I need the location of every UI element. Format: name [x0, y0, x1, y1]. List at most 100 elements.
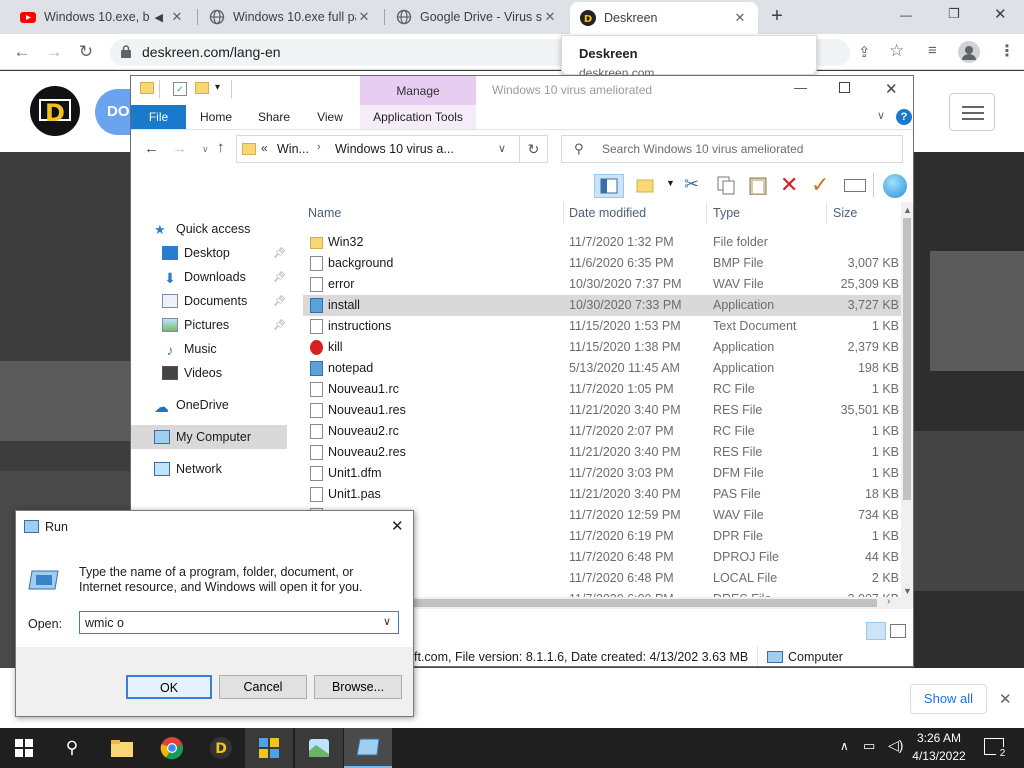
- minimize-button[interactable]: —: [794, 80, 807, 95]
- nav-quick-access[interactable]: ★ Quick access: [154, 218, 250, 240]
- file-row[interactable]: Unit1.pas 11/21/2020 3:40 PM PAS File 18 KB: [303, 484, 901, 505]
- deskreen-logo[interactable]: D: [30, 86, 80, 136]
- file-row[interactable]: Nouveau1.rc 11/7/2020 1:05 PM RC File 1 KB: [303, 379, 901, 400]
- nav-my-computer[interactable]: My Computer: [154, 426, 251, 448]
- close-tab-icon[interactable]: ✕: [356, 9, 372, 25]
- file-row[interactable]: Unit1.dfm 11/7/2020 3:03 PM DFM File 1 KB: [303, 463, 901, 484]
- new-folder-icon[interactable]: [195, 82, 209, 94]
- search-box[interactable]: ⚲ Search Windows 10 virus ameliorated: [561, 135, 903, 163]
- column-name[interactable]: Name: [308, 206, 341, 220]
- nav-music[interactable]: ♪ Music: [162, 338, 217, 360]
- pin-icon[interactable]: 📌︎: [273, 296, 286, 307]
- nav-downloads[interactable]: ⬇ Downloads: [162, 266, 246, 288]
- recent-locations-icon[interactable]: ∨: [202, 144, 209, 155]
- restore-button[interactable]: ❐: [948, 6, 960, 22]
- refresh-icon[interactable]: ↻: [520, 135, 548, 163]
- file-row[interactable]: instructions 11/15/2020 1:53 PM Text Docum…: [303, 316, 901, 337]
- file-explorer-taskbar-icon[interactable]: [98, 728, 146, 768]
- show-all-button[interactable]: Show all: [910, 684, 987, 714]
- tab-deskreen[interactable]: D Deskreen ✕: [570, 2, 758, 34]
- file-row[interactable]: notepad 5/13/2020 11:45 AM Application 198 …: [303, 358, 901, 379]
- tab-file[interactable]: File: [131, 105, 186, 129]
- close-button[interactable]: ✕: [885, 80, 898, 98]
- properties-panel-icon[interactable]: [844, 179, 866, 192]
- clock-time[interactable]: 3:26 AM: [906, 731, 972, 745]
- nav-network[interactable]: Network: [154, 458, 222, 480]
- column-size[interactable]: Size: [833, 206, 857, 220]
- hamburger-menu-button[interactable]: [949, 93, 995, 131]
- paste-icon[interactable]: [749, 175, 767, 196]
- back-icon[interactable]: ←: [144, 140, 159, 157]
- vertical-scrollbar[interactable]: ▲ ▼: [901, 202, 913, 597]
- clock-date[interactable]: 4/13/2022: [906, 749, 972, 763]
- preview-pane-button[interactable]: [594, 174, 624, 198]
- search-icon[interactable]: ⚲: [48, 728, 96, 768]
- overflow-chevron[interactable]: «: [261, 141, 268, 155]
- large-icons-view-button[interactable]: [890, 624, 906, 638]
- deskreen-taskbar-icon[interactable]: D: [197, 728, 245, 768]
- quick-access-dropdown-icon[interactable]: ▾: [215, 82, 220, 93]
- start-button[interactable]: [0, 728, 48, 768]
- pin-icon[interactable]: 📌︎: [273, 320, 286, 331]
- address-box[interactable]: « Win... › Windows 10 virus a... ∨: [236, 135, 520, 163]
- address-dropdown-icon[interactable]: ∨: [498, 142, 506, 155]
- horizontal-scrollbar[interactable]: ›: [407, 596, 913, 609]
- maximize-button[interactable]: [839, 82, 850, 93]
- nav-desktop[interactable]: Desktop: [162, 242, 230, 264]
- scrollbar-thumb[interactable]: [407, 599, 877, 607]
- lock-icon[interactable]: [121, 45, 131, 58]
- file-row[interactable]: install 10/30/2020 7:33 PM Application 3,72…: [303, 295, 901, 316]
- pin-icon[interactable]: 📌︎: [273, 272, 286, 283]
- breadcrumb-win[interactable]: Win...: [277, 142, 309, 156]
- column-type[interactable]: Type: [713, 206, 740, 220]
- file-row[interactable]: Win32 11/7/2020 1:32 PM File folder: [303, 232, 901, 253]
- show-hidden-icons[interactable]: ∧: [840, 739, 849, 753]
- share-icon[interactable]: ⇪: [858, 43, 871, 61]
- properties-icon[interactable]: ✓: [173, 82, 187, 96]
- scrollbar-thumb[interactable]: [903, 218, 911, 500]
- app-taskbar-icon[interactable]: [295, 728, 343, 768]
- close-icon[interactable]: ✕: [391, 517, 404, 535]
- reload-icon[interactable]: ↻: [76, 42, 96, 62]
- file-row[interactable]: error 10/30/2020 7:37 PM WAV File 25,309 KB: [303, 274, 901, 295]
- column-date-modified[interactable]: Date modified: [569, 206, 646, 220]
- star-bookmark-icon[interactable]: ☆: [889, 41, 904, 61]
- new-folder-menu-icon[interactable]: [636, 176, 654, 194]
- file-row[interactable]: Nouveau2.res 11/21/2020 3:40 PM RES File 1 …: [303, 442, 901, 463]
- forward-arrow-icon[interactable]: →: [44, 42, 64, 62]
- tab-home[interactable]: Home: [189, 105, 243, 129]
- tab-youtube[interactable]: Windows 10.exe, b ◀︎ ✕: [10, 0, 195, 34]
- up-icon[interactable]: ↑: [217, 139, 225, 156]
- close-downloads-bar-icon[interactable]: ✕: [999, 690, 1012, 708]
- dropdown-arrow-icon[interactable]: ▼: [666, 178, 675, 188]
- volume-icon[interactable]: ◁): [888, 737, 903, 754]
- delete-icon[interactable]: ✕: [780, 172, 798, 198]
- close-tab-icon[interactable]: ✕: [732, 10, 748, 26]
- copy-icon[interactable]: [717, 176, 735, 196]
- pin-icon[interactable]: 📌︎: [273, 248, 286, 259]
- file-row[interactable]: kill 11/15/2020 1:38 PM Application 2,379 K…: [303, 337, 901, 358]
- menu-kebab-icon[interactable]: ⋮: [999, 41, 1015, 61]
- close-tab-icon[interactable]: ✕: [169, 9, 185, 25]
- run-taskbar-icon[interactable]: [344, 728, 392, 768]
- back-arrow-icon[interactable]: ←: [12, 42, 32, 62]
- tab-share[interactable]: Share: [247, 105, 301, 129]
- globe-icon[interactable]: [883, 174, 907, 198]
- minimize-button[interactable]: —: [900, 8, 912, 22]
- close-tab-icon[interactable]: ✕: [542, 9, 558, 25]
- cancel-button[interactable]: Cancel: [219, 675, 307, 699]
- nav-pictures[interactable]: Pictures: [162, 314, 229, 336]
- tab-google-drive[interactable]: Google Drive - Virus sc ✕: [386, 0, 568, 34]
- close-window-button[interactable]: ✕: [994, 5, 1007, 23]
- cut-icon[interactable]: ✂: [684, 174, 699, 195]
- open-combobox[interactable]: wmic o ∨: [79, 611, 399, 634]
- nav-onedrive[interactable]: ☁ OneDrive: [154, 394, 229, 416]
- file-row[interactable]: Nouveau1.res 11/21/2020 3:40 PM RES File 35…: [303, 400, 901, 421]
- ok-button[interactable]: OK: [126, 675, 212, 699]
- shield-taskbar-icon[interactable]: [245, 728, 293, 768]
- breadcrumb-folder[interactable]: Windows 10 virus a...: [335, 142, 454, 156]
- ribbon-expand-icon[interactable]: ∨: [877, 109, 885, 122]
- profile-avatar[interactable]: [958, 41, 980, 63]
- details-view-button[interactable]: [866, 622, 886, 640]
- tab-application-tools[interactable]: Application Tools: [360, 105, 476, 129]
